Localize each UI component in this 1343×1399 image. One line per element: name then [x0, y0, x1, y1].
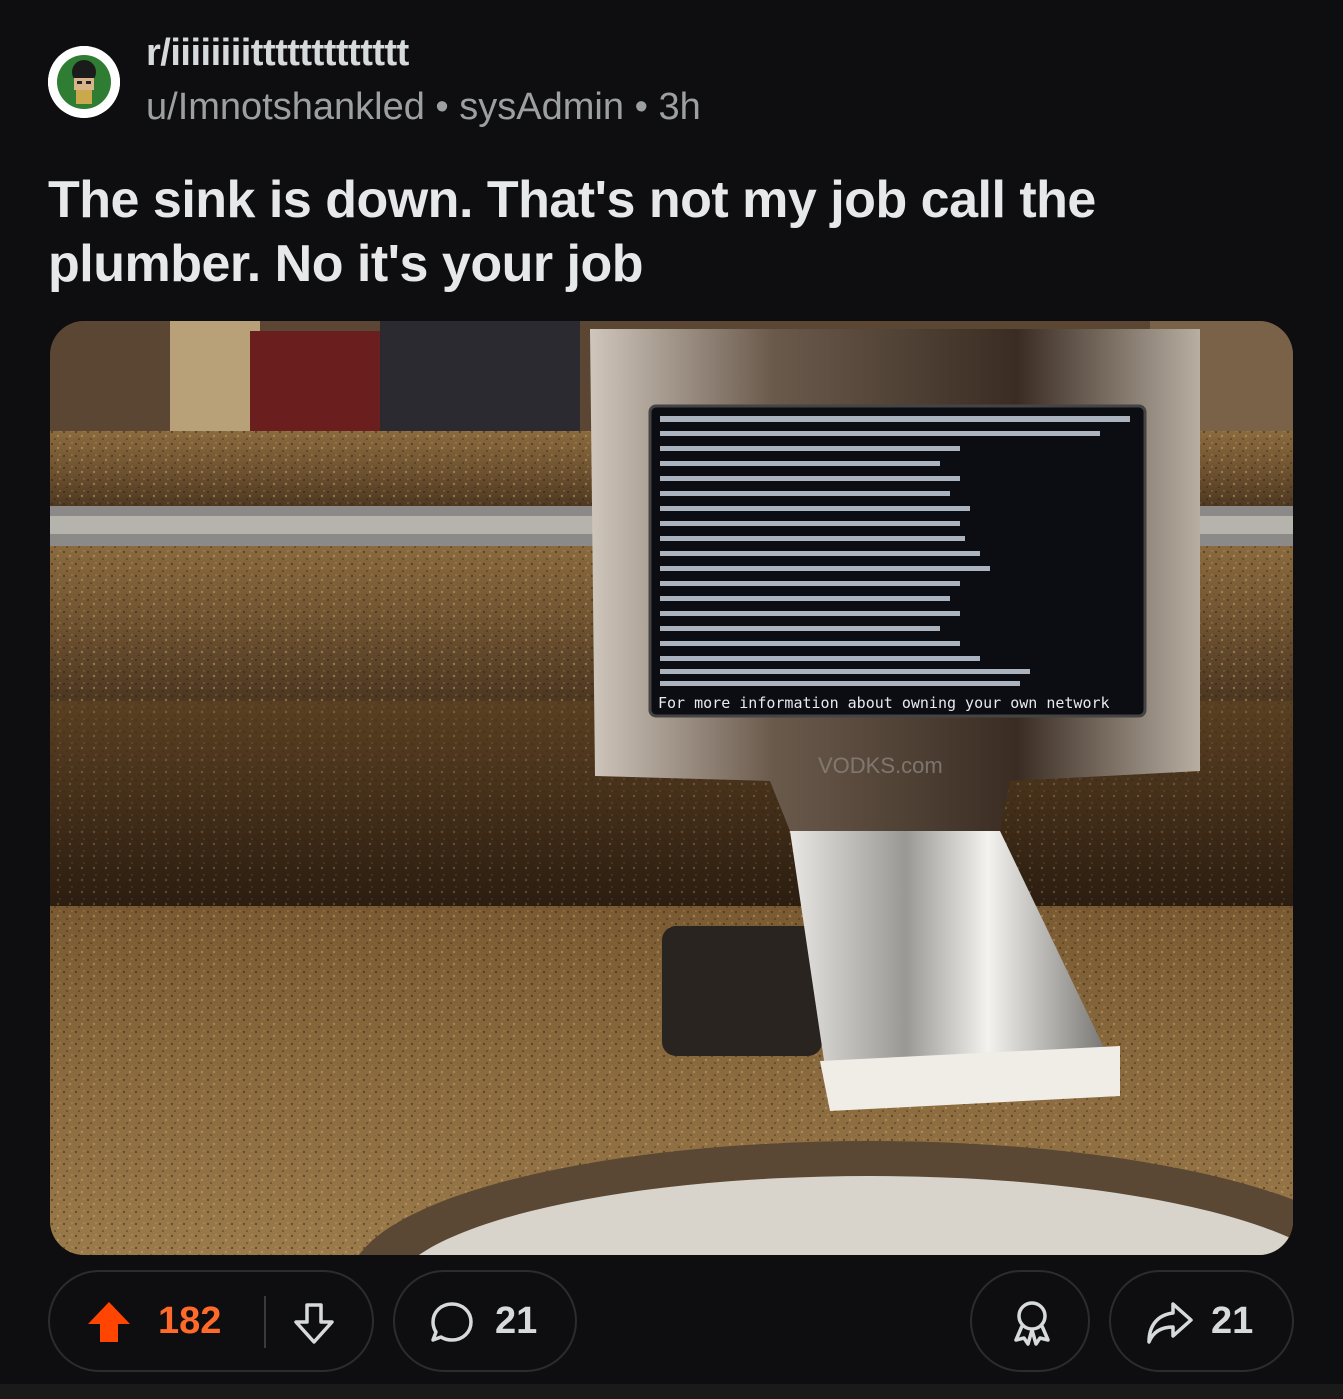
meta-separator: • [634, 86, 648, 128]
subreddit-avatar[interactable] [48, 46, 120, 118]
post-age: 3h [658, 86, 701, 128]
screen-text: For more information about owning your o… [658, 694, 1110, 712]
post-image[interactable]: For more information about owning your o… [50, 321, 1293, 1255]
award-icon [1008, 1298, 1056, 1351]
comment-count: 21 [495, 1300, 538, 1342]
vote-bar: 182 [48, 1270, 374, 1372]
bottom-bar [0, 1384, 1343, 1399]
author-link[interactable]: u/Imnotshankled [146, 86, 425, 128]
post-title[interactable]: The sink is down. That's not my job call… [48, 168, 1248, 296]
share-button[interactable]: 21 [1109, 1270, 1294, 1372]
share-count: 21 [1211, 1300, 1254, 1342]
upvote-count: 182 [158, 1300, 222, 1342]
downvote-icon[interactable] [292, 1302, 336, 1351]
sink-faucet-photo: For more information about owning your o… [50, 321, 1293, 1255]
award-button[interactable] [970, 1270, 1090, 1372]
meta-separator: • [435, 86, 449, 128]
share-icon [1145, 1300, 1195, 1351]
vote-divider [264, 1296, 266, 1348]
comment-icon [429, 1300, 475, 1351]
subreddit-name[interactable]: r/iiiiiiiittttttttttttt [146, 32, 409, 75]
post-meta: u/Imnotshankled • sysAdmin • 3h [146, 86, 701, 129]
comments-button[interactable]: 21 [393, 1270, 577, 1372]
subreddit-logo-icon [52, 50, 116, 114]
image-watermark: VODKS.com [818, 753, 943, 778]
user-flair: sysAdmin [459, 86, 624, 128]
post-actions: 182 21 21 [0, 1270, 1343, 1374]
upvote-icon[interactable] [86, 1300, 132, 1351]
